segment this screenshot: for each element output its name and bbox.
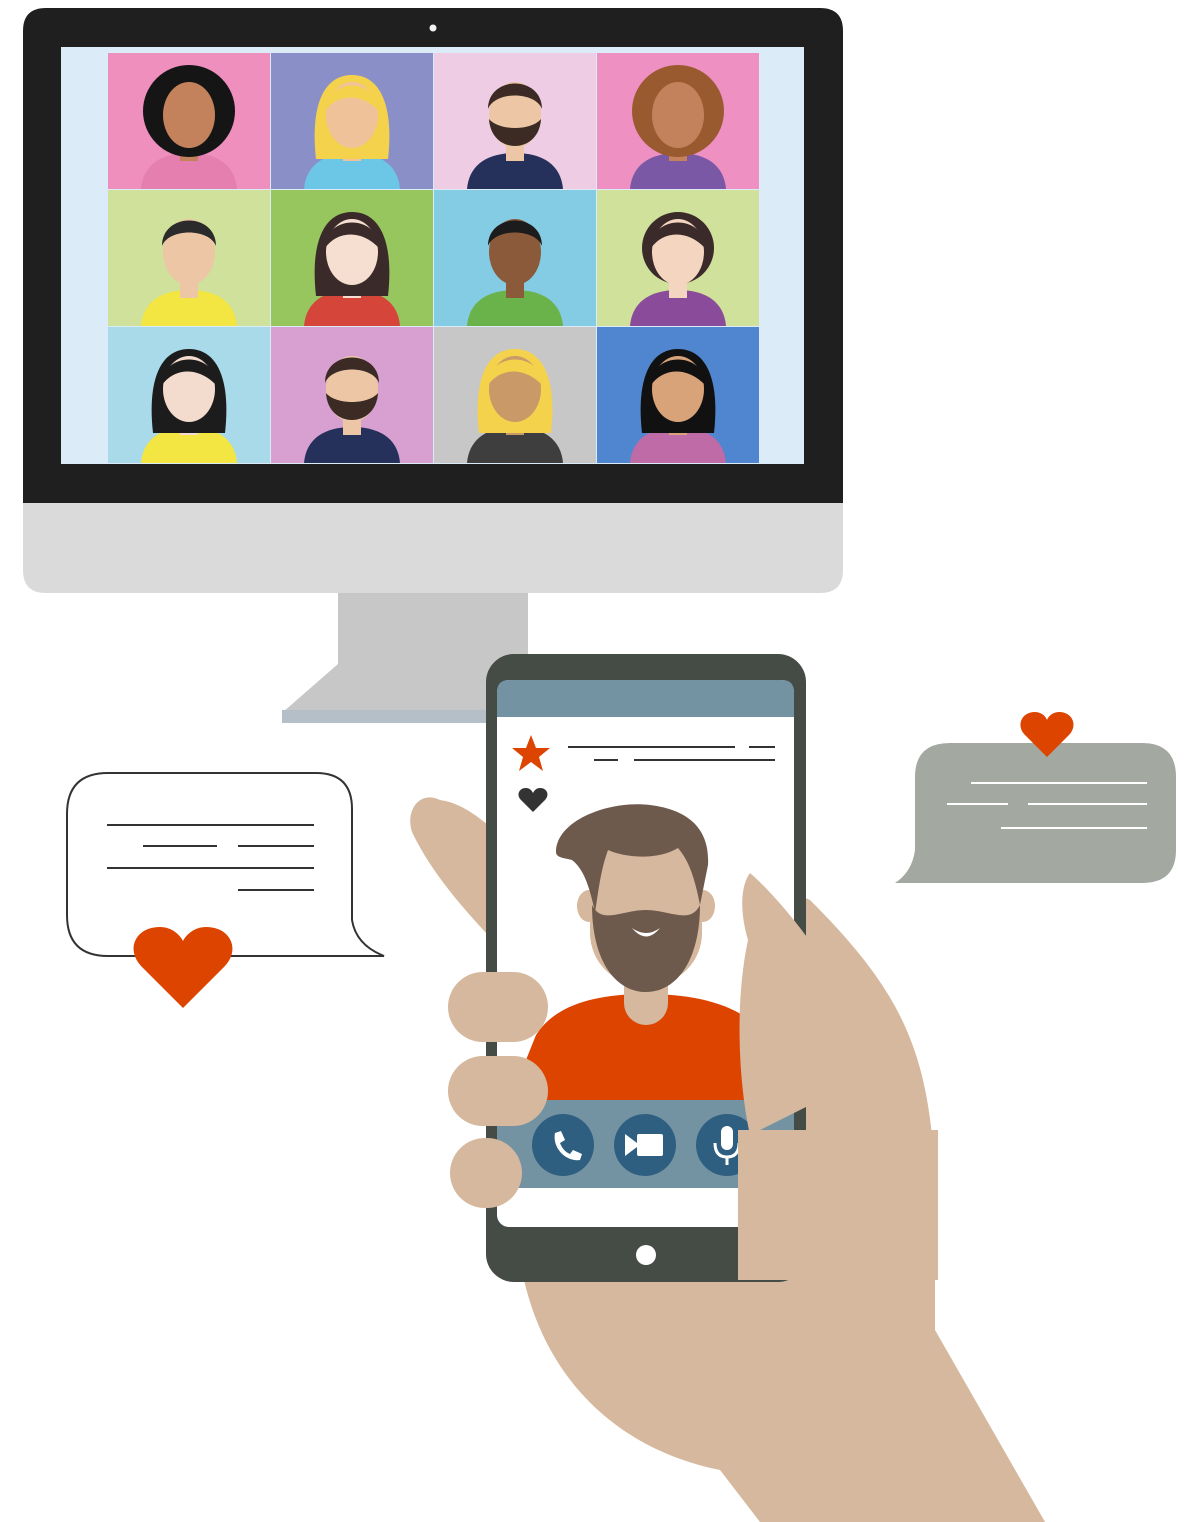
- home-button[interactable]: [636, 1245, 656, 1265]
- video-call-illustration: [23, 8, 1176, 1522]
- participant-tile[interactable]: [597, 327, 759, 463]
- participant-tile[interactable]: [271, 327, 433, 463]
- participant-face: [652, 82, 704, 148]
- phone-header-bar: [497, 680, 794, 717]
- call-buttons: [532, 1114, 758, 1176]
- participant-tile[interactable]: [434, 190, 596, 326]
- hand-thumb: [410, 797, 488, 935]
- participant-tile[interactable]: [271, 190, 433, 326]
- speech-bubble-left: [66, 772, 385, 1008]
- participant-tile[interactable]: [434, 53, 596, 189]
- participant-tile[interactable]: [597, 190, 759, 326]
- webcam-dot: [429, 24, 437, 32]
- monitor-chin: [23, 500, 843, 593]
- participant-tile[interactable]: [108, 190, 270, 326]
- speech-bubble-right: [895, 712, 1176, 883]
- participant-tile[interactable]: [108, 53, 270, 189]
- speech-bubble-left-outline: [66, 772, 385, 957]
- speech-bubble-right-body: [895, 743, 1176, 883]
- desktop-monitor: [23, 8, 843, 723]
- phone-button[interactable]: [532, 1114, 594, 1176]
- participant-tile[interactable]: [108, 327, 270, 463]
- participant-tile[interactable]: [271, 53, 433, 189]
- participant-face: [163, 82, 215, 148]
- participant-tile[interactable]: [597, 53, 759, 189]
- participant-tile[interactable]: [434, 327, 596, 463]
- video-camera-button[interactable]: [614, 1114, 676, 1176]
